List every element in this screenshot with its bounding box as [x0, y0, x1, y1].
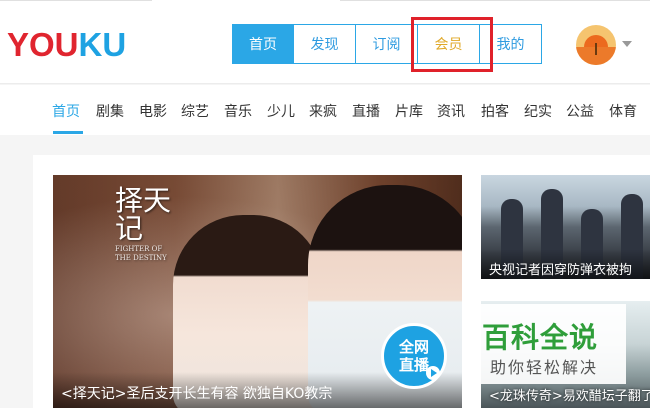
watermark-subtitle: 助你轻松解决: [490, 358, 599, 377]
watermark-overlay: 百科全说 助你轻松解决: [476, 304, 626, 384]
channel-nav: 首页 剧集 电影 综艺 音乐 少儿 来疯 直播 片库 资讯 拍客 纪实 公益 体…: [0, 85, 650, 135]
youku-logo[interactable]: YOU KU: [7, 25, 126, 65]
channel-news[interactable]: 资讯: [437, 101, 465, 121]
active-channel-indicator: [53, 131, 83, 134]
annotation-highlight-box: [411, 17, 493, 72]
avatar-stick: [595, 43, 597, 55]
logo-text-part1: YOU: [7, 26, 79, 63]
logo-text-part2: KU: [78, 26, 127, 63]
channel-laifeng[interactable]: 来疯: [309, 101, 337, 121]
channel-music[interactable]: 音乐: [224, 101, 252, 121]
tab-home[interactable]: 首页: [232, 24, 294, 64]
channel-sports[interactable]: 体育: [609, 101, 637, 121]
channel-variety[interactable]: 综艺: [181, 101, 209, 121]
banner-caption[interactable]: <择天记>圣后支开长生有容 欲独自KO教宗: [61, 383, 332, 403]
channel-kids[interactable]: 少儿: [267, 101, 295, 121]
main-banner[interactable]: 择天记 FIGHTER OF THE DESTINY <择天记>圣后支开长生有容…: [53, 175, 462, 408]
channel-series[interactable]: 剧集: [96, 101, 124, 121]
side-thumbnail[interactable]: 央视记者因穿防弹衣被拘: [481, 175, 650, 279]
top-border: [0, 0, 650, 4]
channel-charity[interactable]: 公益: [566, 101, 594, 121]
thumbnail-caption[interactable]: 央视记者因穿防弹衣被拘: [489, 259, 632, 278]
live-badge[interactable]: 全网 直播: [381, 323, 447, 389]
poster-title: 择天记 FIGHTER OF THE DESTINY: [115, 187, 175, 263]
main-nav-tabs: 首页 发现 订阅 会员 我的: [232, 24, 542, 64]
channel-documentary[interactable]: 纪实: [524, 101, 552, 121]
user-avatar-icon[interactable]: [576, 25, 616, 65]
top-header: YOU KU 首页 发现 订阅 会员 我的: [0, 0, 650, 84]
channel-home[interactable]: 首页: [52, 101, 80, 121]
divider: [340, 0, 650, 1]
channel-movies[interactable]: 电影: [139, 101, 167, 121]
poster-title-text: 择天记: [115, 184, 172, 245]
play-icon: [426, 366, 440, 380]
divider: [0, 0, 152, 1]
poster-subtitle: FIGHTER OF THE DESTINY: [115, 245, 167, 262]
channel-live[interactable]: 直播: [352, 101, 380, 121]
tab-subscribe[interactable]: 订阅: [356, 24, 418, 64]
watermark-title: 百科全说: [482, 321, 599, 354]
channel-paike[interactable]: 拍客: [481, 101, 509, 121]
thumbnail-caption[interactable]: <龙珠传奇>易欢醋坛子翻了: [489, 385, 650, 404]
chevron-down-icon[interactable]: [622, 41, 632, 47]
channel-library[interactable]: 片库: [395, 101, 423, 121]
tab-discover[interactable]: 发现: [294, 24, 356, 64]
